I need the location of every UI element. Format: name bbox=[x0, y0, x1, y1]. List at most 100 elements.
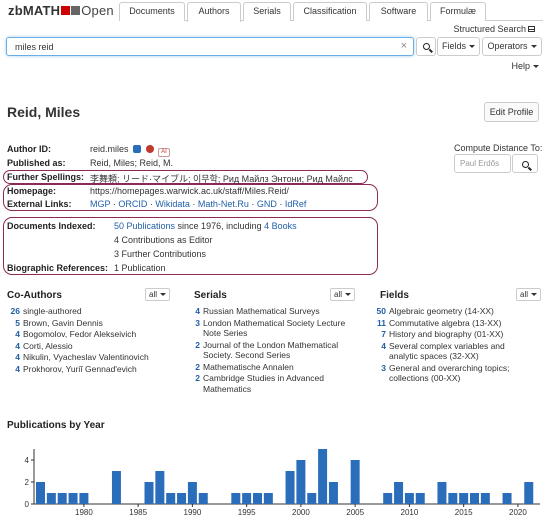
serial-label[interactable]: London Mathematical Society Lecture bbox=[203, 318, 345, 329]
ai-badge[interactable]: AI bbox=[158, 148, 170, 157]
bar-1995 bbox=[242, 493, 252, 504]
field-label[interactable]: Several complex variables and bbox=[389, 341, 505, 352]
biographic-references-link[interactable]: 1 Publication bbox=[114, 263, 166, 273]
coauthor-count[interactable]: 4 bbox=[6, 329, 20, 340]
books-link[interactable]: 4 Books bbox=[264, 221, 297, 231]
search-icon bbox=[422, 43, 430, 50]
serial-count[interactable]: 2 bbox=[186, 362, 200, 373]
tab-software[interactable]: Software bbox=[369, 2, 428, 21]
tab-formulae[interactable]: Formulæ bbox=[430, 2, 486, 21]
homepage-link[interactable]: https://homepages.warwick.ac.uk/staff/Mi… bbox=[90, 186, 289, 196]
field-count[interactable]: 3 bbox=[372, 363, 386, 374]
serial-label[interactable]: Journal of the London Mathematical bbox=[203, 340, 338, 351]
field-count[interactable]: 50 bbox=[372, 306, 386, 317]
fields-dropdown[interactable]: Fields bbox=[437, 37, 480, 56]
serials-filter-label: all bbox=[334, 290, 343, 299]
serial-label[interactable]: Cambridge Studies in Advanced bbox=[203, 373, 324, 384]
homepage-label: Homepage: bbox=[7, 186, 57, 196]
serial-label[interactable]: Russian Mathematical Surveys bbox=[203, 306, 320, 317]
coauthor-count[interactable]: 4 bbox=[6, 364, 20, 375]
bar-2010 bbox=[404, 493, 414, 504]
coauthor-count[interactable]: 26 bbox=[6, 306, 20, 317]
bar-2016 bbox=[470, 493, 479, 504]
serial-label[interactable]: Society. Second Series bbox=[203, 350, 290, 361]
serial-count[interactable]: 2 bbox=[186, 373, 200, 384]
tab-authors[interactable]: Authors bbox=[187, 2, 241, 22]
x-tick-label: 1980 bbox=[75, 508, 93, 517]
y-tick-label: 2 bbox=[25, 478, 30, 487]
serial-label[interactable]: Mathematische Annalen bbox=[203, 362, 294, 373]
search-button[interactable] bbox=[416, 37, 436, 56]
edit-profile-button[interactable]: Edit Profile bbox=[484, 102, 539, 122]
compute-distance-label: Compute Distance To: bbox=[454, 143, 543, 153]
bibtex-icon[interactable] bbox=[133, 145, 142, 153]
compute-distance-button[interactable] bbox=[512, 154, 538, 173]
rss-icon[interactable] bbox=[145, 145, 154, 153]
x-tick-label: 2010 bbox=[401, 508, 419, 517]
tab-documents[interactable]: Documents bbox=[119, 2, 185, 21]
compute-distance-input[interactable]: Paul Erdős bbox=[454, 154, 511, 173]
bar-1996 bbox=[253, 493, 262, 504]
coauthor-count[interactable]: 5 bbox=[6, 318, 20, 329]
link-gnd[interactable]: GND bbox=[257, 199, 277, 209]
field-count[interactable]: 4 bbox=[372, 341, 386, 352]
link-mathnet[interactable]: Math-Net.Ru bbox=[198, 199, 249, 209]
coauthor-label[interactable]: single-authored bbox=[23, 306, 82, 317]
help-menu[interactable]: Help bbox=[511, 61, 539, 71]
documents-indexed-label: Documents Indexed: bbox=[7, 221, 96, 231]
author-id-row: reid.miles AI bbox=[90, 144, 170, 157]
coauthor-label[interactable]: Bogomolov, Fedor Alekseivich bbox=[23, 329, 136, 340]
field-label[interactable]: Algebraic geometry (14-XX) bbox=[389, 306, 494, 317]
coauthors-filter[interactable]: all bbox=[145, 288, 171, 301]
fields-filter[interactable]: all bbox=[516, 288, 542, 301]
field-label[interactable]: General and overarching topics; bbox=[389, 363, 510, 374]
chevron-down-icon bbox=[160, 293, 167, 296]
serial-label[interactable]: Mathematics bbox=[203, 384, 251, 395]
coauthor-count[interactable]: 4 bbox=[6, 352, 20, 363]
chevron-down-icon bbox=[533, 65, 539, 68]
serial-count[interactable]: 4 bbox=[186, 306, 200, 317]
serials-title: Serials bbox=[194, 290, 227, 301]
field-label[interactable]: collections (00-XX) bbox=[389, 373, 460, 384]
field-count[interactable]: 11 bbox=[372, 318, 386, 329]
y-tick-label: 0 bbox=[25, 500, 30, 509]
clear-icon[interactable]: × bbox=[401, 40, 407, 52]
coauthor-label[interactable]: Prokhorov, Yuriĭ Gennad'evich bbox=[23, 364, 137, 375]
serials-filter[interactable]: all bbox=[330, 288, 356, 301]
publications-link[interactable]: 50 Publications bbox=[114, 221, 175, 231]
coauthor-label[interactable]: Brown, Gavin Dennis bbox=[23, 318, 103, 329]
bar-1979 bbox=[68, 493, 78, 504]
bar-1989 bbox=[177, 493, 187, 504]
tab-classification[interactable]: Classification bbox=[293, 2, 367, 21]
link-idref[interactable]: IdRef bbox=[285, 199, 307, 209]
serial-count[interactable]: 3 bbox=[186, 318, 200, 329]
bar-1983 bbox=[111, 471, 121, 504]
publications-chart: 0 2 4 1980 1985 1990 1995 2000 2005 2010 2015 2020 bbox=[25, 449, 540, 517]
operators-dropdown[interactable]: Operators bbox=[482, 37, 542, 56]
serial-count[interactable]: 2 bbox=[186, 340, 200, 351]
bar-2011 bbox=[415, 493, 425, 504]
search-input[interactable]: miles reid × bbox=[6, 37, 414, 56]
contributions-editor-link[interactable]: 4 Contributions as Editor bbox=[114, 235, 213, 245]
structured-search-link[interactable]: Structured Search bbox=[453, 24, 535, 34]
field-count[interactable]: 7 bbox=[372, 329, 386, 340]
link-wikidata[interactable]: Wikidata bbox=[155, 199, 190, 209]
field-label[interactable]: Commutative algebra (13-XX) bbox=[389, 318, 501, 329]
field-label[interactable]: analytic spaces (32-XX) bbox=[389, 351, 479, 362]
x-tick-label: 2000 bbox=[292, 508, 310, 517]
x-tick-label: 2020 bbox=[509, 508, 527, 517]
bar-1988 bbox=[166, 493, 176, 504]
further-contributions-link[interactable]: 3 Further Contributions bbox=[114, 249, 206, 259]
link-mgp[interactable]: MGP bbox=[90, 199, 110, 209]
coauthor-label[interactable]: Nikulin, Vyacheslav Valentinovich bbox=[23, 352, 149, 363]
zbmath-logo[interactable]: zbMATH Open bbox=[8, 3, 114, 18]
serial-label[interactable]: Note Series bbox=[203, 328, 247, 339]
fields-filter-label: all bbox=[520, 290, 529, 299]
bar-1997 bbox=[263, 493, 273, 504]
biographic-references-label: Biographic References: bbox=[7, 263, 109, 273]
tab-serials[interactable]: Serials bbox=[243, 2, 291, 21]
field-label[interactable]: History and biography (01-XX) bbox=[389, 329, 503, 340]
coauthor-label[interactable]: Corti, Alessio bbox=[23, 341, 73, 352]
coauthor-count[interactable]: 4 bbox=[6, 341, 20, 352]
link-orcid[interactable]: ORCID bbox=[118, 199, 147, 209]
